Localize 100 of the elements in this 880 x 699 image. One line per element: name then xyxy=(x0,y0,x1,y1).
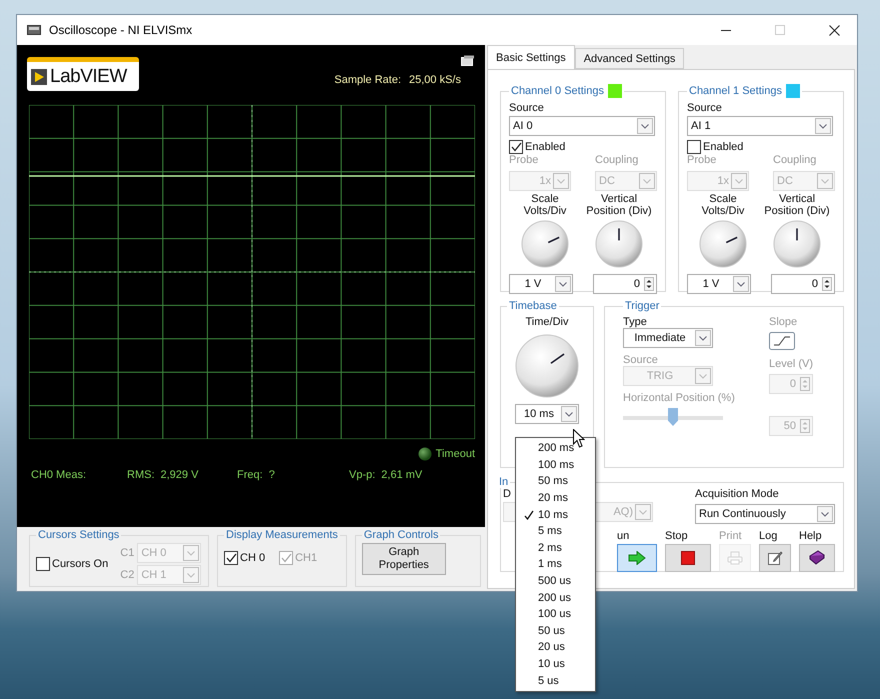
timeout-label: Timeout xyxy=(436,448,475,460)
checkbox-label: CH1 xyxy=(295,552,318,564)
field-label: Source xyxy=(623,354,659,366)
group-title: Channel 1 Settings xyxy=(689,85,782,97)
field-label: Source xyxy=(509,102,544,114)
caret-icon xyxy=(731,173,747,189)
menu-item[interactable]: 200 ms xyxy=(516,440,595,457)
checkbox-label: Cursors On xyxy=(52,558,108,570)
cursor-label: C2 xyxy=(120,569,134,581)
caret-icon xyxy=(637,118,653,134)
acquisition-mode-dropdown[interactable]: Run Continuously xyxy=(695,504,835,524)
group-title: Display Measurements xyxy=(225,529,339,541)
checkbox[interactable] xyxy=(36,557,50,571)
button-label: un xyxy=(617,530,630,542)
menu-item[interactable]: 5 us xyxy=(516,672,595,689)
checkbox-label: CH 0 xyxy=(240,552,266,564)
caret-icon xyxy=(639,173,655,189)
menu-item[interactable]: 10 ms xyxy=(516,506,595,523)
menu-item[interactable]: 20 us xyxy=(516,639,595,656)
group-title: Channel 0 Settings xyxy=(511,85,604,97)
spinner-arrows-icon xyxy=(800,419,810,433)
checkbox-label: Enabled xyxy=(525,141,566,153)
group-title: Cursors Settings xyxy=(37,529,120,541)
window-app-icon xyxy=(27,25,41,35)
measurement-label: Freq: xyxy=(237,469,263,481)
tab[interactable]: Basic Settings xyxy=(487,45,575,69)
caret-icon xyxy=(733,276,749,292)
button-label: Stop xyxy=(665,530,689,542)
knob-label: Scale Volts/Div xyxy=(522,193,568,217)
measurement-label: RMS: xyxy=(127,469,154,481)
arrow-right-icon xyxy=(628,551,646,565)
caret-icon xyxy=(553,173,569,189)
labview-logo: LabVIEW xyxy=(27,57,139,91)
knob-label: Scale Volts/Div xyxy=(700,193,746,217)
field-label: D xyxy=(503,488,511,500)
field-label: Source xyxy=(687,102,722,114)
menu-item[interactable]: 50 ms xyxy=(516,473,595,490)
printer-icon xyxy=(727,551,743,565)
menu-item[interactable]: 200 us xyxy=(516,589,595,606)
spinner-arrows-icon xyxy=(822,277,832,291)
measurement-value: ? xyxy=(268,469,275,481)
menu-item[interactable]: 5 ms xyxy=(516,522,595,540)
field-label: Probe xyxy=(687,154,718,166)
field-label: Coupling xyxy=(595,154,640,166)
stop-button[interactable] xyxy=(665,544,711,572)
knob-label: Vertical Position (Div) xyxy=(763,193,831,217)
checkbox-label: Enabled xyxy=(703,141,744,153)
menu-item[interactable]: 10 us xyxy=(516,656,595,672)
group-title: Trigger xyxy=(624,300,660,312)
close-icon[interactable] xyxy=(828,24,840,36)
export-graph-icon[interactable] xyxy=(461,55,475,66)
field-label: Coupling xyxy=(773,154,818,166)
menu-item[interactable]: 100 ms xyxy=(516,456,595,474)
graph-properties-button[interactable]: Graph Properties xyxy=(362,543,446,575)
field-label: Level (V) xyxy=(769,358,814,370)
measurement-value: 2,929 V xyxy=(160,469,198,481)
tab[interactable]: Advanced Settings xyxy=(574,48,684,69)
time-per-div-dropdown[interactable]: 10 ms xyxy=(515,404,579,424)
window-title: Oscilloscope - NI ELVISmx xyxy=(49,23,194,37)
button-label: Print xyxy=(719,530,743,542)
checkbox[interactable] xyxy=(224,551,238,565)
caret-icon xyxy=(183,567,200,583)
caret-icon xyxy=(695,368,711,384)
group-title: Timebase xyxy=(508,300,558,312)
caret-icon xyxy=(561,406,577,422)
caret-icon xyxy=(695,330,711,346)
button-label: Log xyxy=(759,530,778,542)
run-button[interactable] xyxy=(617,544,657,572)
notepad-pencil-icon xyxy=(767,550,783,566)
knob-label: Time/Div xyxy=(526,316,568,328)
field-label: Probe xyxy=(509,154,540,166)
log-button[interactable] xyxy=(759,544,791,572)
caret-icon xyxy=(555,276,571,292)
group-title: Graph Controls xyxy=(362,529,440,541)
caret-icon xyxy=(817,173,833,189)
sample-rate-value: 25,00 kS/s xyxy=(409,74,461,86)
menu-item[interactable]: 100 us xyxy=(516,606,595,623)
menu-item[interactable]: 500 us xyxy=(516,572,595,590)
menu-item[interactable]: 2 ms xyxy=(516,540,595,556)
measurement-value: 2,61 mV xyxy=(381,469,422,481)
field-label: Type xyxy=(623,316,648,328)
caret-icon xyxy=(817,506,833,522)
measurement-label: CH0 Meas: xyxy=(31,469,86,481)
field-label: Acquisition Mode xyxy=(695,488,780,500)
sample-rate-label: Sample Rate: xyxy=(334,74,402,86)
menu-item[interactable]: 50 us xyxy=(516,622,595,640)
field-label: Horizontal Position (%) xyxy=(623,392,735,404)
spinner-arrows-icon xyxy=(800,377,810,391)
measurement-label: Vp-p: xyxy=(349,469,376,481)
knob-label: Vertical Position (Div) xyxy=(585,193,653,217)
help-button[interactable] xyxy=(799,544,835,572)
spinner-arrows-icon xyxy=(644,277,654,291)
menu-item[interactable]: 20 ms xyxy=(516,490,595,506)
group-title: In xyxy=(498,476,510,488)
stop-icon xyxy=(681,551,695,565)
caret-icon xyxy=(183,545,200,561)
menu-item[interactable]: 1 ms xyxy=(516,556,595,573)
button-label: Help xyxy=(799,530,823,542)
field-label: Slope xyxy=(769,316,798,328)
caret-icon xyxy=(815,118,831,134)
